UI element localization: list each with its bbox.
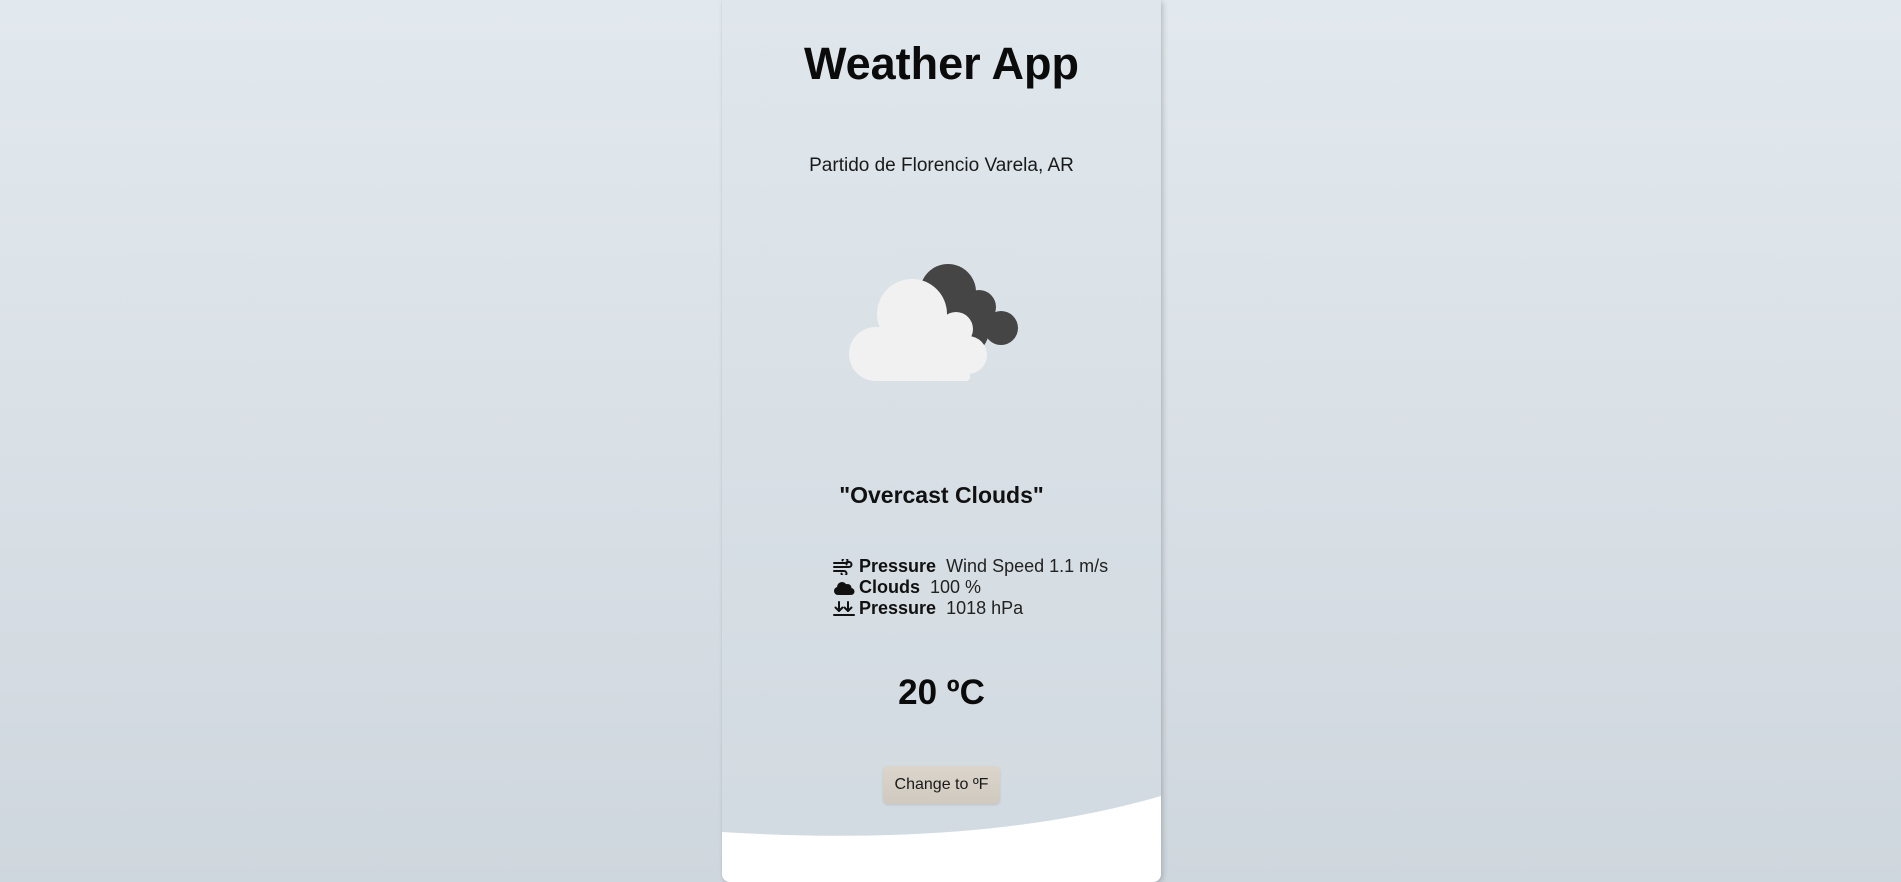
- weather-details: Pressure Wind Speed 1.1 m/s Clouds 100 %: [833, 556, 1108, 619]
- detail-label-pressure: Pressure: [859, 598, 937, 618]
- detail-row-wind: Pressure Wind Speed 1.1 m/s: [833, 556, 1108, 577]
- pressure-icon: [833, 600, 855, 618]
- temperature-display: 20 ºC: [898, 673, 985, 712]
- detail-value-clouds: 100 %: [930, 577, 982, 597]
- detail-label-wind: Pressure: [859, 556, 937, 576]
- bottom-wave: [722, 796, 1161, 882]
- detail-value-wind: Wind Speed 1.1 m/s: [946, 556, 1109, 576]
- wind-icon: [833, 558, 855, 576]
- detail-row-clouds: Clouds 100 %: [833, 577, 1108, 598]
- overcast-clouds-icon: [849, 264, 1018, 381]
- cloud-icon: [833, 579, 855, 597]
- detail-label-clouds: Clouds: [859, 577, 920, 597]
- detail-value-pressure: 1018 hPa: [946, 598, 1024, 618]
- weather-card: Weather App Partido de Florencio Varela,…: [722, 0, 1161, 882]
- location-label: Partido de Florencio Varela, AR: [809, 155, 1074, 176]
- weather-description: "Overcast Clouds": [839, 482, 1044, 508]
- app-title: Weather App: [803, 38, 1080, 89]
- detail-row-pressure: Pressure 1018 hPa: [833, 598, 1108, 619]
